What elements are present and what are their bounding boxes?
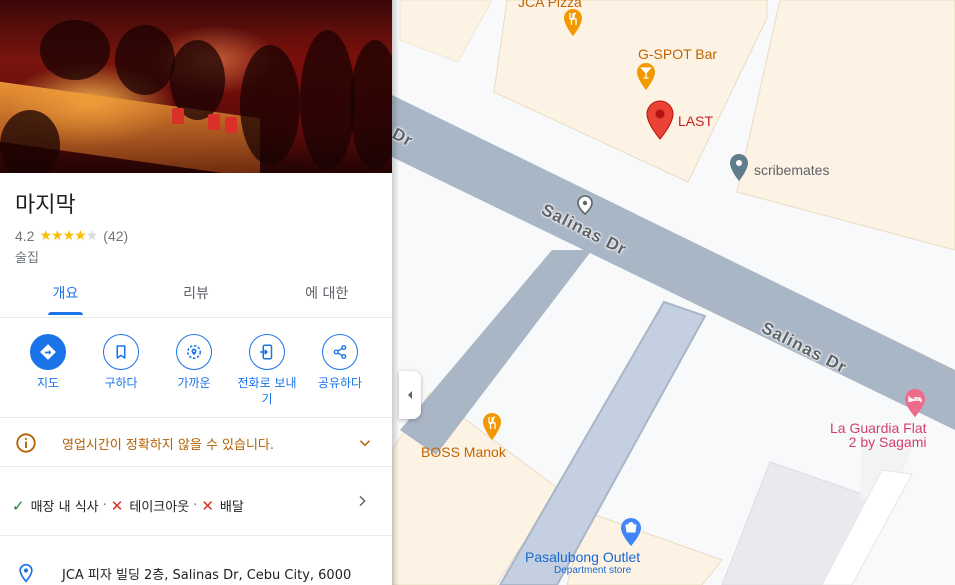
star-full-icon: ★ [51,227,64,243]
nearby-button[interactable]: 가까운 [162,334,226,391]
service-list: ✓ 매장 내 식사 · ✕ 테이크아웃 · ✕ 배달 [12,496,248,516]
photo-crowd [0,110,60,173]
directions-label: 지도 [36,376,60,390]
separator-dot: · [193,498,198,513]
map-label-la-guardia[interactable]: La Guardia Flat 2 by Sagami [830,421,927,449]
address-text: JCA 피자 빌딩 2층, Salinas Dr, Cebu City, 600… [62,568,352,583]
photo-crowd [40,20,110,80]
service-dine-in: ✓ 매장 내 식사 · [12,496,107,516]
tab-about[interactable]: 에 대한 [261,276,392,317]
map-label-pasalubong-sub: Department store [554,565,632,576]
building-block [399,0,493,63]
place-category[interactable]: 술집 [15,247,39,266]
close-icon: ✕ [201,496,214,515]
separator-dot: · [102,498,107,513]
service-options[interactable]: ✓ 매장 내 식사 · ✕ 테이크아웃 · ✕ 배달 [0,468,392,536]
service-label: 매장 내 식사 [30,500,99,515]
star-full-icon: ★ [62,227,76,243]
location-pin-icon [16,562,36,585]
photo-crowd [350,40,392,170]
address-row[interactable]: JCA 피자 빌딩 2층, Salinas Dr, Cebu City, 600… [0,537,392,585]
map-label-boss-manok[interactable]: BOSS Manok [421,444,506,460]
photo-crowd [300,30,355,170]
service-takeout: ✕ 테이크아웃 · [110,496,198,516]
save-label: 구하다 [104,376,138,390]
caret-left-icon [408,391,412,399]
review-count[interactable]: (42) [103,228,128,244]
place-title: 마지막 [15,193,76,218]
bookmark-icon [103,334,139,370]
tab-overview[interactable]: 개요 [0,276,131,317]
place-photo[interactable] [0,0,392,173]
save-button[interactable]: 구하다 [89,334,153,391]
action-bar: 지도 구하다 가까운 전화로 보내기 공유하다 [0,318,392,418]
shopping-pin-icon[interactable] [620,517,642,547]
tab-reviews[interactable]: 리뷰 [131,276,262,317]
bar-pin-icon[interactable] [636,62,656,92]
photo-cup [172,108,184,124]
map-label-gspot-bar[interactable]: G-SPOT Bar [638,46,717,62]
nearby-icon [176,334,212,370]
chevron-right-icon[interactable] [354,493,370,514]
directions-icon [30,334,66,370]
panel-divider [392,0,399,585]
check-icon: ✓ [12,496,25,515]
map-canvas[interactable]: Dr Salinas Dr Salinas Dr JCA Pizza G-SPO… [392,0,955,585]
info-icon [15,432,37,459]
hotel-pin-icon[interactable] [904,388,926,418]
map-label-last[interactable]: LAST [678,113,713,129]
hours-warning-text: 영업시간이 정확하지 않을 수 있습니다. [62,438,275,453]
star-empty-icon: ★ [85,227,99,243]
directions-button[interactable]: 지도 [16,334,80,391]
chevron-down-icon[interactable] [356,434,374,457]
rating-value: 4.2 [15,227,35,244]
service-delivery: ✕ 배달 [201,496,244,516]
map-label-la-guardia-line1: La Guardia Flat [830,420,927,436]
rating-row[interactable]: 4.2 ★ ★ ★ ★ ★ (42) [15,227,128,244]
photo-crowd [240,45,300,165]
share-icon [322,334,358,370]
photo-crowd [115,25,175,95]
map-base [392,0,955,585]
map-label-scribemates[interactable]: scribemates [754,162,829,178]
place-panel: 마지막 4.2 ★ ★ ★ ★ ★ (42) 술집 개요 리뷰 에 대한 지도 … [0,0,392,585]
service-label: 테이크아웃 [129,500,190,515]
service-label: 배달 [219,500,244,515]
share-label: 공유하다 [317,376,363,390]
star-full-icon: ★ [39,227,52,243]
send-to-phone-label: 전화로 보내기 [237,376,297,406]
photo-cup [208,114,220,130]
map-label-pasalubong[interactable]: Pasalubong Outlet [525,549,640,565]
star-full-icon: ★ [74,227,87,243]
selected-place-pin-icon[interactable] [646,100,674,140]
building-block [736,0,955,251]
photo-cup [225,117,237,133]
tab-bar: 개요 리뷰 에 대한 [0,276,392,318]
building-block [493,0,768,183]
send-to-phone-icon [249,334,285,370]
restaurant-pin-icon[interactable] [563,8,583,38]
send-to-phone-button[interactable]: 전화로 보내기 [235,334,299,407]
hours-warning[interactable]: 영업시간이 정확하지 않을 수 있습니다. [0,419,392,467]
close-icon: ✕ [110,496,124,515]
place-marker-icon[interactable] [576,195,594,215]
map-label-la-guardia-line2: 2 by Sagami [848,434,927,450]
generic-pin-icon[interactable] [729,153,749,183]
nearby-label: 가까운 [177,376,211,390]
collapse-panel-button[interactable] [399,371,421,419]
restaurant-pin-icon[interactable] [482,412,502,442]
share-button[interactable]: 공유하다 [308,334,372,391]
